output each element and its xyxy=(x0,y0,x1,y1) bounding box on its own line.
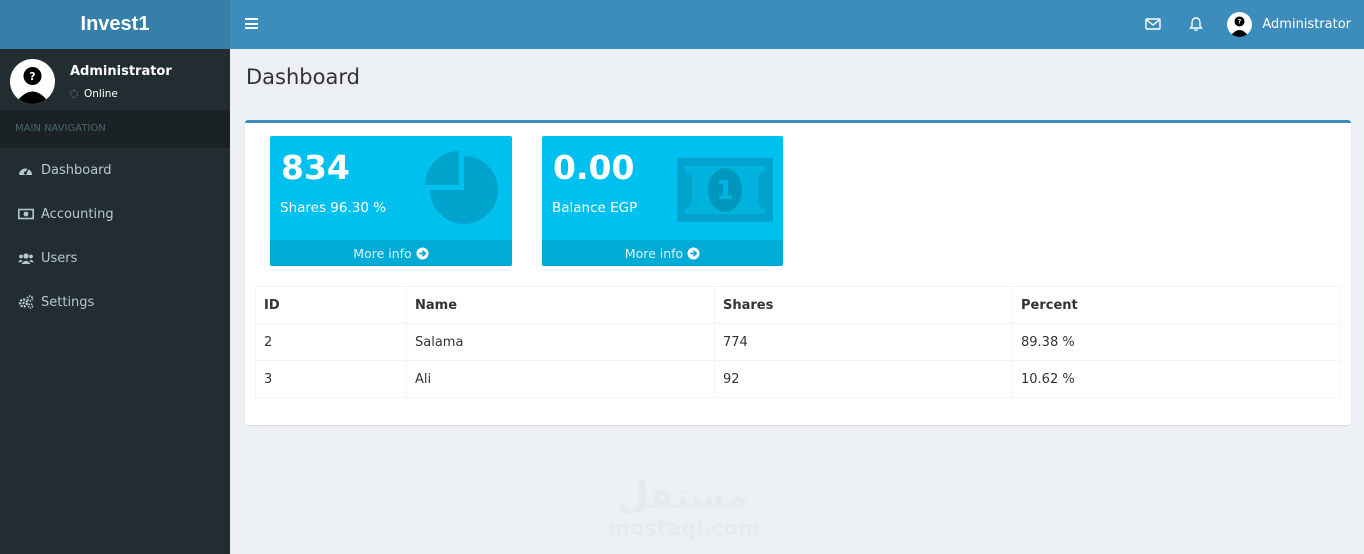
avatar: ? xyxy=(10,59,55,104)
money-bill-icon: 1 xyxy=(676,157,774,227)
more-info-link[interactable]: More info xyxy=(542,240,783,266)
header-user-name: Administrator xyxy=(1262,16,1351,32)
card-label: Shares 96.30 % xyxy=(280,200,387,216)
more-info-link[interactable]: More info xyxy=(270,240,512,266)
sidebar-user-name: Administrator xyxy=(70,64,172,79)
arrow-circle-right-icon xyxy=(416,246,429,260)
bell-icon[interactable] xyxy=(1186,14,1206,34)
cell-name: Ali xyxy=(406,360,715,398)
watermark-latin: mostaql.com xyxy=(608,516,760,540)
cell-percent: 10.62 % xyxy=(1012,360,1341,398)
user-panel: ? Administrator Online xyxy=(0,49,230,110)
table-row: 3 Ali 92 10.62 % xyxy=(255,360,1341,398)
cell-shares: 92 xyxy=(714,360,1013,398)
cell-id: 3 xyxy=(255,360,407,398)
sidebar-item-accounting[interactable]: Accounting xyxy=(0,192,230,236)
shares-table: ID Name Shares Percent 2 Salama 774 89.3… xyxy=(255,286,1341,398)
user-status-text: Online xyxy=(84,88,118,100)
cell-shares: 774 xyxy=(714,323,1013,361)
arrow-circle-right-icon xyxy=(687,246,700,260)
card-value: 0.00 xyxy=(553,148,635,187)
sidebar-item-users[interactable]: Users xyxy=(0,236,230,280)
shares-card: 834 Shares 96.30 % More info xyxy=(270,136,512,266)
user-status: Online xyxy=(70,88,118,100)
watermark: مستقل mostaql.com xyxy=(608,476,760,548)
status-dot-icon xyxy=(70,90,78,98)
balance-card: 0.00 Balance EGP 1 More info xyxy=(542,136,783,266)
page-title: Dashboard xyxy=(246,65,360,89)
cell-id: 2 xyxy=(255,323,407,361)
dashboard-icon xyxy=(18,163,34,177)
column-header-id: ID xyxy=(255,286,407,324)
sidebar-item-label: Dashboard xyxy=(41,162,112,178)
table-row: 2 Salama 774 89.38 % xyxy=(255,323,1341,361)
more-info-label: More info xyxy=(624,245,684,261)
users-icon xyxy=(18,251,34,265)
app-logo[interactable]: Invest1 xyxy=(0,0,230,49)
column-header-name: Name xyxy=(406,286,715,324)
envelope-icon[interactable] xyxy=(1143,14,1163,34)
user-menu[interactable]: ? Administrator xyxy=(1227,11,1351,37)
card-value: 834 xyxy=(281,148,350,187)
svg-text:?: ? xyxy=(29,70,35,83)
svg-text:1: 1 xyxy=(716,176,734,206)
nav-header: MAIN NAVIGATION xyxy=(0,110,230,148)
sidebar-toggle-icon[interactable] xyxy=(245,18,258,29)
watermark-arabic: مستقل xyxy=(617,476,749,517)
cell-percent: 89.38 % xyxy=(1012,323,1341,361)
top-navbar: ? Administrator xyxy=(230,0,1364,49)
sidebar-item-settings[interactable]: Settings xyxy=(0,280,230,324)
avatar: ? xyxy=(1227,11,1253,37)
sidebar-item-dashboard[interactable]: Dashboard xyxy=(0,148,230,192)
sidebar-item-label: Users xyxy=(41,250,78,266)
money-icon xyxy=(18,207,34,221)
dashboard-box: 834 Shares 96.30 % More info 0.00 Balanc… xyxy=(245,120,1351,425)
column-header-shares: Shares xyxy=(714,286,1013,324)
sidebar-item-label: Settings xyxy=(41,294,95,310)
card-label: Balance EGP xyxy=(552,200,638,216)
sidebar-item-label: Accounting xyxy=(41,206,114,222)
gears-icon xyxy=(18,295,34,309)
svg-text:?: ? xyxy=(1238,18,1242,25)
cell-name: Salama xyxy=(406,323,715,361)
pie-chart-icon xyxy=(423,150,503,234)
more-info-label: More info xyxy=(353,245,412,261)
sidebar: ? Administrator Online MAIN NAVIGATION D… xyxy=(0,49,230,554)
column-header-percent: Percent xyxy=(1012,286,1341,324)
table-header-row: ID Name Shares Percent xyxy=(255,286,1341,324)
